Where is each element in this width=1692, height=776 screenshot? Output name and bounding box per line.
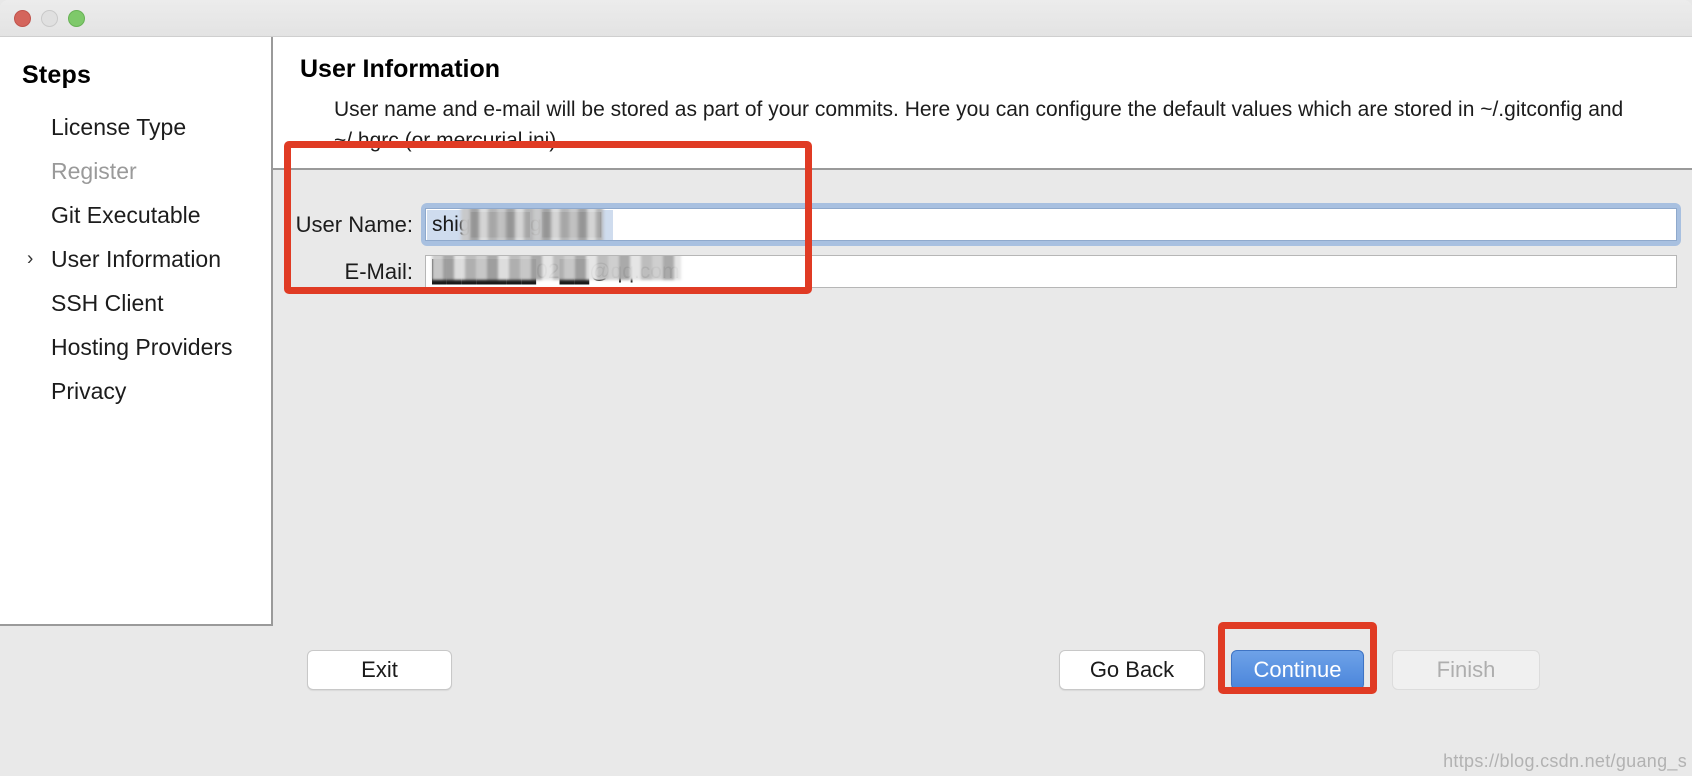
form-row-username: User Name: shig████g████ bbox=[273, 203, 1692, 246]
dialog-button-bar: Exit Go Back Continue Finish bbox=[0, 606, 1692, 776]
sidebar-item-user-information[interactable]: › User Information bbox=[0, 237, 271, 281]
page-description: User name and e-mail will be stored as p… bbox=[334, 98, 1624, 152]
sidebar-item-label: User Information bbox=[51, 245, 222, 272]
sidebar-item-register[interactable]: Register bbox=[0, 149, 271, 193]
sidebar-item-label: Privacy bbox=[51, 377, 127, 404]
continue-button[interactable]: Continue bbox=[1231, 650, 1364, 690]
username-value: shig████g████ bbox=[432, 209, 601, 240]
sidebar-item-label: Git Executable bbox=[51, 201, 201, 228]
close-button[interactable] bbox=[14, 10, 31, 27]
sidebar-item-git-executable[interactable]: Git Executable bbox=[0, 193, 271, 237]
username-label: User Name: bbox=[295, 211, 413, 237]
finish-button: Finish bbox=[1392, 650, 1540, 690]
minimize-button[interactable] bbox=[41, 10, 58, 27]
content-header: User Information User name and e-mail wi… bbox=[273, 37, 1692, 170]
page-title: User Information bbox=[300, 55, 501, 83]
sidebar-item-label: Hosting Providers bbox=[51, 333, 233, 360]
form-row-email: E-Mail: ███████02██@qq.com bbox=[273, 255, 1692, 288]
sidebar-item-privacy[interactable]: Privacy bbox=[0, 369, 271, 413]
exit-button[interactable]: Exit bbox=[307, 650, 452, 690]
email-input[interactable]: ███████02██@qq.com bbox=[425, 255, 1677, 288]
steps-sidebar: Steps License Type Register Git Executab… bbox=[0, 37, 273, 626]
email-field-wrap: ███████02██@qq.com bbox=[425, 255, 1677, 288]
sidebar-item-ssh-client[interactable]: SSH Client bbox=[0, 281, 271, 325]
window-controls bbox=[14, 10, 85, 27]
zoom-button[interactable] bbox=[68, 10, 85, 27]
sidebar-item-label: SSH Client bbox=[51, 289, 164, 316]
email-label: E-Mail: bbox=[344, 258, 413, 284]
sidebar-item-hosting-providers[interactable]: Hosting Providers bbox=[0, 325, 271, 369]
sidebar-title: Steps bbox=[22, 61, 92, 89]
steps-list: License Type Register Git Executable › U… bbox=[0, 105, 271, 413]
application-window: Steps License Type Register Git Executab… bbox=[0, 0, 1692, 776]
window-titlebar bbox=[0, 0, 1692, 37]
sidebar-item-label: License Type bbox=[51, 113, 187, 140]
email-value: ███████02██@qq.com bbox=[432, 256, 679, 287]
go-back-button[interactable]: Go Back bbox=[1059, 650, 1205, 690]
chevron-right-icon: › bbox=[27, 248, 34, 270]
username-field-wrap: shig████g████ bbox=[421, 203, 1681, 246]
sidebar-item-label: Register bbox=[51, 157, 137, 184]
sidebar-item-license-type[interactable]: License Type bbox=[0, 105, 271, 149]
username-input[interactable]: shig████g████ bbox=[425, 208, 1677, 241]
